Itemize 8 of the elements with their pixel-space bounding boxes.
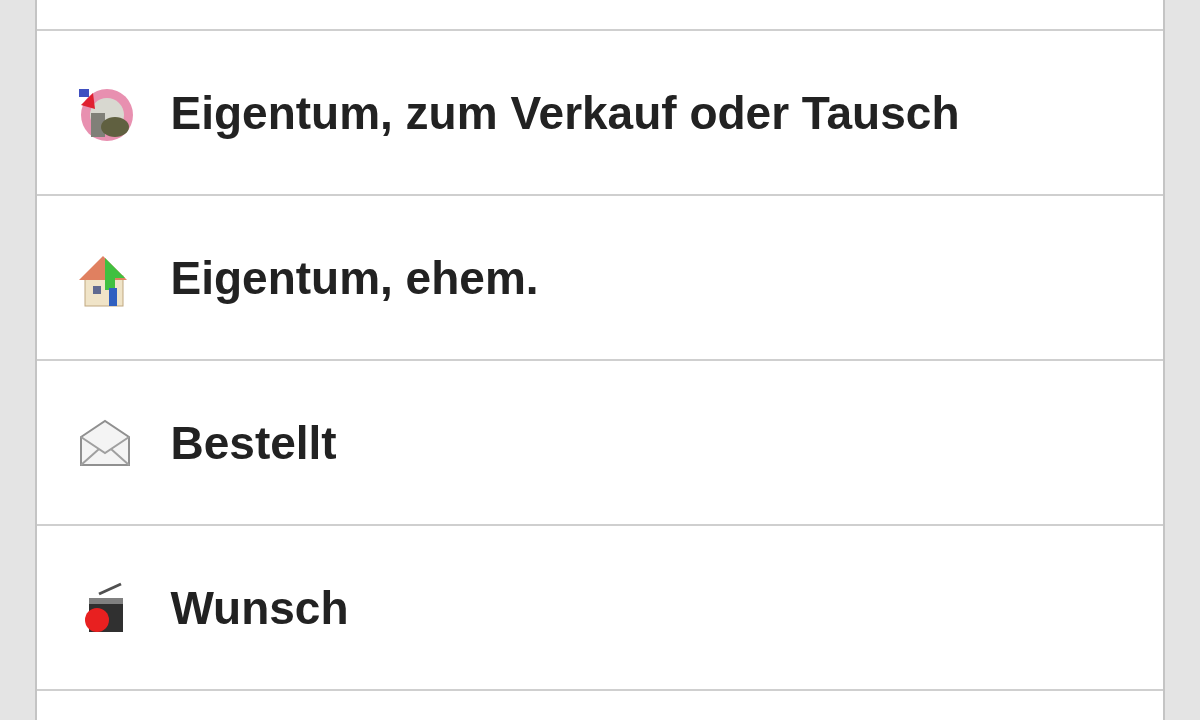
- item-label: Wunsch: [170, 580, 349, 635]
- list-item[interactable]: Bestellt: [36, 361, 1163, 526]
- item-label: Eigentum, ehem.: [170, 250, 539, 305]
- item-label: Bestellt: [170, 415, 337, 470]
- list-item[interactable]: Wunsch: [36, 526, 1163, 691]
- list-item[interactable]: Eigentum, ehem.: [36, 196, 1163, 361]
- list-item[interactable]: Eigentum, zum Verkauf oder Tausch: [36, 31, 1163, 196]
- item-label: Eigentum, zum Verkauf oder Tausch: [170, 85, 960, 140]
